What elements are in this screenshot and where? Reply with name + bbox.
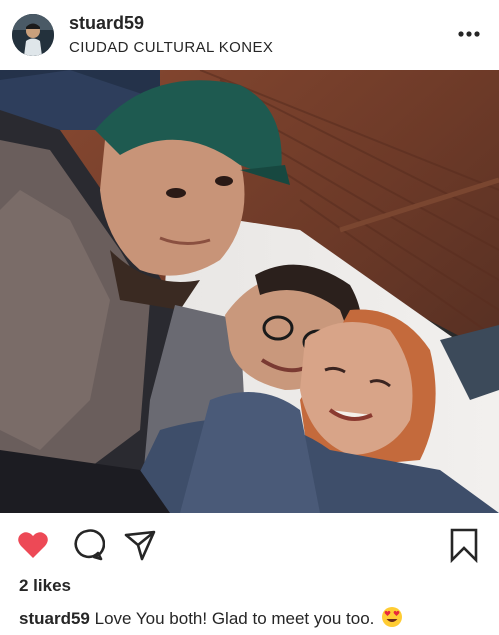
post-username[interactable]: stuard59 <box>69 13 144 34</box>
avatar[interactable] <box>12 14 54 56</box>
share-icon[interactable] <box>122 527 158 563</box>
caption-username[interactable]: stuard59 <box>19 609 90 628</box>
caption-text: Love You both! Glad to meet you too. <box>94 609 375 628</box>
post-caption: stuard59 Love You both! Glad to meet you… <box>19 606 403 629</box>
more-options-icon[interactable] <box>456 22 482 46</box>
likes-count[interactable]: 2 likes <box>19 576 71 596</box>
post-photo[interactable] <box>0 70 499 513</box>
post-location[interactable]: CIUDAD CULTURAL KONEX <box>69 39 273 56</box>
post-actions <box>0 513 499 575</box>
post-header: stuard59 CIUDAD CULTURAL KONEX <box>0 0 499 70</box>
bookmark-icon[interactable] <box>446 527 482 564</box>
comment-icon[interactable] <box>69 527 106 563</box>
heart-icon[interactable] <box>15 527 51 563</box>
heart-eyes-emoji-icon <box>381 606 403 628</box>
